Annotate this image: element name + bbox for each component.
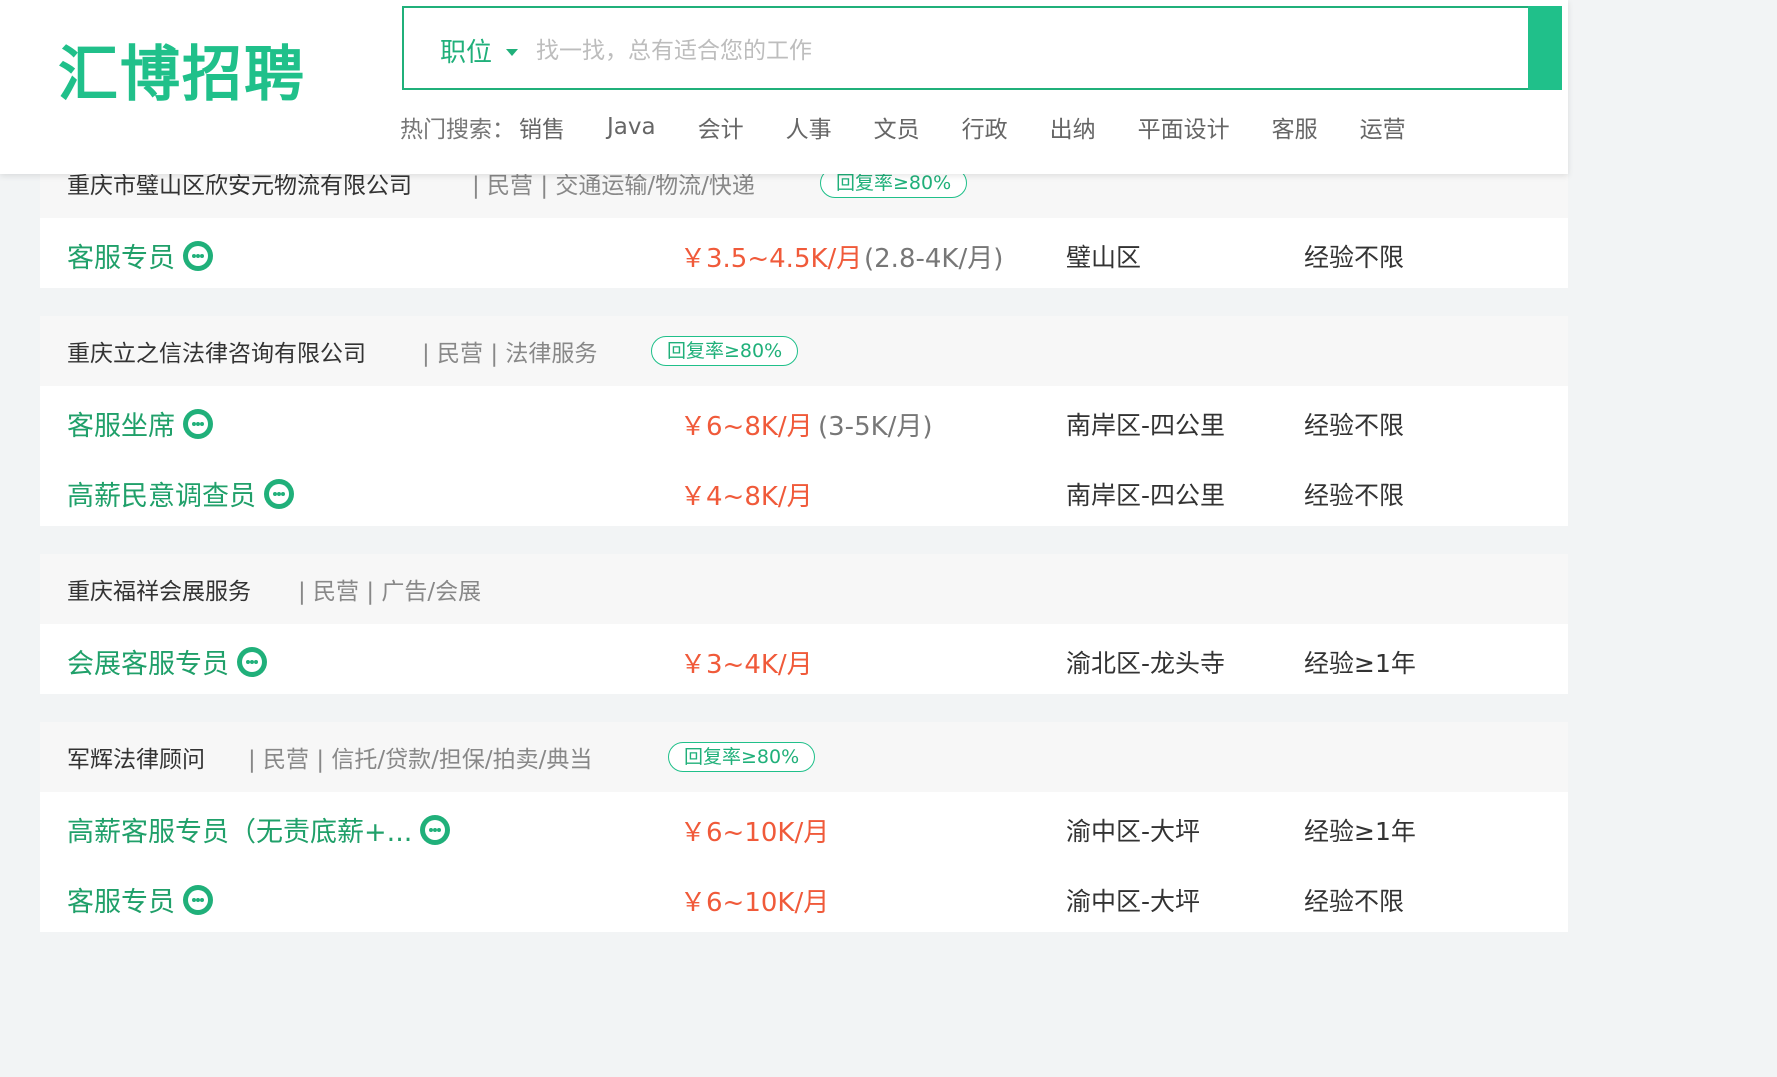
- job-title-link[interactable]: 高薪客服专员（无责底薪+...: [67, 810, 451, 849]
- company-name[interactable]: 重庆立之信法律咨询有限公司: [67, 334, 366, 368]
- chat-icon[interactable]: [420, 814, 451, 845]
- job-experience: 经验不限: [1304, 481, 1405, 510]
- hot-search-item[interactable]: 平面设计: [1138, 110, 1230, 144]
- hot-search-item[interactable]: 行政: [962, 110, 1008, 144]
- search-input[interactable]: [534, 28, 1518, 74]
- hot-search-label: 热门搜索：: [400, 117, 515, 143]
- chat-icon[interactable]: [183, 240, 213, 271]
- salary: ￥6~10K/月: [680, 818, 830, 848]
- company-card: 军辉法律顾问 | 民营 | 信托/贷款/担保/拍卖/典当 回复率≥80% 高薪客…: [40, 722, 1568, 932]
- job-experience: 经验不限: [1304, 887, 1405, 916]
- job-location: 渝中区-大坪: [1066, 887, 1201, 916]
- chat-icon[interactable]: [183, 884, 213, 915]
- job-experience: 经验不限: [1304, 411, 1405, 440]
- company-row: 重庆福祥会展服务 | 民营 | 广告/会展: [40, 554, 1568, 624]
- hot-search-item[interactable]: 人事: [786, 110, 832, 144]
- hot-search-item[interactable]: 会计: [698, 110, 744, 144]
- job-location: 渝北区-龙头寺: [1066, 649, 1226, 678]
- job-location: 渝中区-大坪: [1066, 817, 1201, 846]
- company-meta: | 民营 | 法律服务: [422, 341, 598, 367]
- job-title: 客服专员: [67, 243, 175, 274]
- hot-search-item[interactable]: 客服: [1272, 110, 1318, 144]
- job-title-link[interactable]: 客服专员: [67, 880, 213, 919]
- salary-original: (3-5K/月): [818, 412, 933, 442]
- job-title: 高薪民意调查员: [67, 481, 256, 512]
- company-card: 重庆福祥会展服务 | 民营 | 广告/会展 会展客服专员 ￥3~4K/月 渝北区…: [40, 554, 1568, 694]
- job-title: 会展客服专员: [67, 649, 229, 680]
- job-location: 南岸区-四公里: [1066, 411, 1226, 440]
- reply-rate-badge: 回复率≥80%: [668, 742, 816, 772]
- hot-search-item[interactable]: Java: [607, 114, 656, 140]
- job-title-link[interactable]: 客服坐席: [67, 404, 213, 443]
- job-title: 客服专员: [67, 887, 175, 918]
- hot-search-item[interactable]: 销售: [519, 110, 565, 144]
- salary: ￥3~4K/月: [680, 650, 813, 680]
- job-title: 高薪客服专员（无责底薪+...: [67, 817, 413, 848]
- job-row[interactable]: 高薪民意调查员 ￥4~8K/月 南岸区-四公里 经验不限: [40, 456, 1568, 526]
- job-experience: 经验≥1年: [1304, 649, 1416, 678]
- job-row[interactable]: 客服专员 ￥6~10K/月 渝中区-大坪 经验不限: [40, 862, 1568, 932]
- reply-rate-badge: 回复率≥80%: [651, 336, 799, 366]
- salary: ￥6~10K/月: [680, 888, 830, 918]
- salary: ￥3.5~4.5K/月: [680, 244, 863, 274]
- job-title: 客服坐席: [67, 411, 175, 442]
- job-location: 璧山区: [1066, 243, 1142, 272]
- salary: ￥4~8K/月: [680, 482, 813, 512]
- caret-down-icon: [506, 49, 519, 56]
- company-meta: | 民营 | 信托/贷款/担保/拍卖/典当: [248, 747, 593, 773]
- job-location: 南岸区-四公里: [1066, 481, 1226, 510]
- salary: ￥6~8K/月: [680, 412, 813, 442]
- site-logo[interactable]: 汇博招聘: [58, 26, 306, 113]
- hot-search-item[interactable]: 运营: [1360, 110, 1406, 144]
- job-row[interactable]: 会展客服专员 ￥3~4K/月 渝北区-龙头寺 经验≥1年: [40, 624, 1568, 694]
- search-type-dropdown[interactable]: 职位: [440, 32, 519, 69]
- job-experience: 经验≥1年: [1304, 817, 1416, 846]
- salary-original: (2.8-4K/月): [864, 244, 1004, 274]
- hot-search-item[interactable]: 出纳: [1050, 110, 1096, 144]
- search-type-label: 职位: [440, 38, 493, 68]
- hot-search-item[interactable]: 文员: [874, 110, 920, 144]
- company-name[interactable]: 军辉法律顾问: [67, 740, 205, 774]
- job-row[interactable]: 高薪客服专员（无责底薪+... ￥6~10K/月 渝中区-大坪 经验≥1年: [40, 792, 1568, 862]
- company-meta: | 民营 | 广告/会展: [298, 579, 482, 605]
- search-button[interactable]: [1528, 6, 1562, 90]
- chat-icon[interactable]: [264, 478, 294, 509]
- job-title-link[interactable]: 会展客服专员: [67, 642, 267, 681]
- company-row: 重庆立之信法律咨询有限公司 | 民营 | 法律服务 回复率≥80%: [40, 316, 1568, 386]
- job-title-link[interactable]: 客服专员: [67, 236, 213, 275]
- job-title-link[interactable]: 高薪民意调查员: [67, 474, 294, 513]
- job-row[interactable]: 客服专员 ￥3.5~4.5K/月 (2.8-4K/月) 璧山区 经验不限: [40, 218, 1568, 288]
- company-row: 军辉法律顾问 | 民营 | 信托/贷款/担保/拍卖/典当 回复率≥80%: [40, 722, 1568, 792]
- hot-search-bar: 热门搜索： 销售 Java 会计 人事 文员 行政 出纳 平面设计 客服 运营: [400, 110, 1448, 144]
- site-header: 汇博招聘 职位 热门搜索： 销售 Java 会计 人事 文员 行政 出纳 平面设…: [0, 0, 1568, 174]
- company-name[interactable]: 重庆福祥会展服务: [67, 572, 251, 606]
- search-bar: 职位: [402, 6, 1562, 90]
- job-experience: 经验不限: [1304, 243, 1405, 272]
- chat-icon[interactable]: [183, 408, 213, 439]
- chat-icon[interactable]: [237, 646, 267, 677]
- company-card: 重庆立之信法律咨询有限公司 | 民营 | 法律服务 回复率≥80% 客服坐席 ￥…: [40, 316, 1568, 526]
- job-row[interactable]: 客服坐席 ￥6~8K/月 (3-5K/月) 南岸区-四公里 经验不限: [40, 386, 1568, 456]
